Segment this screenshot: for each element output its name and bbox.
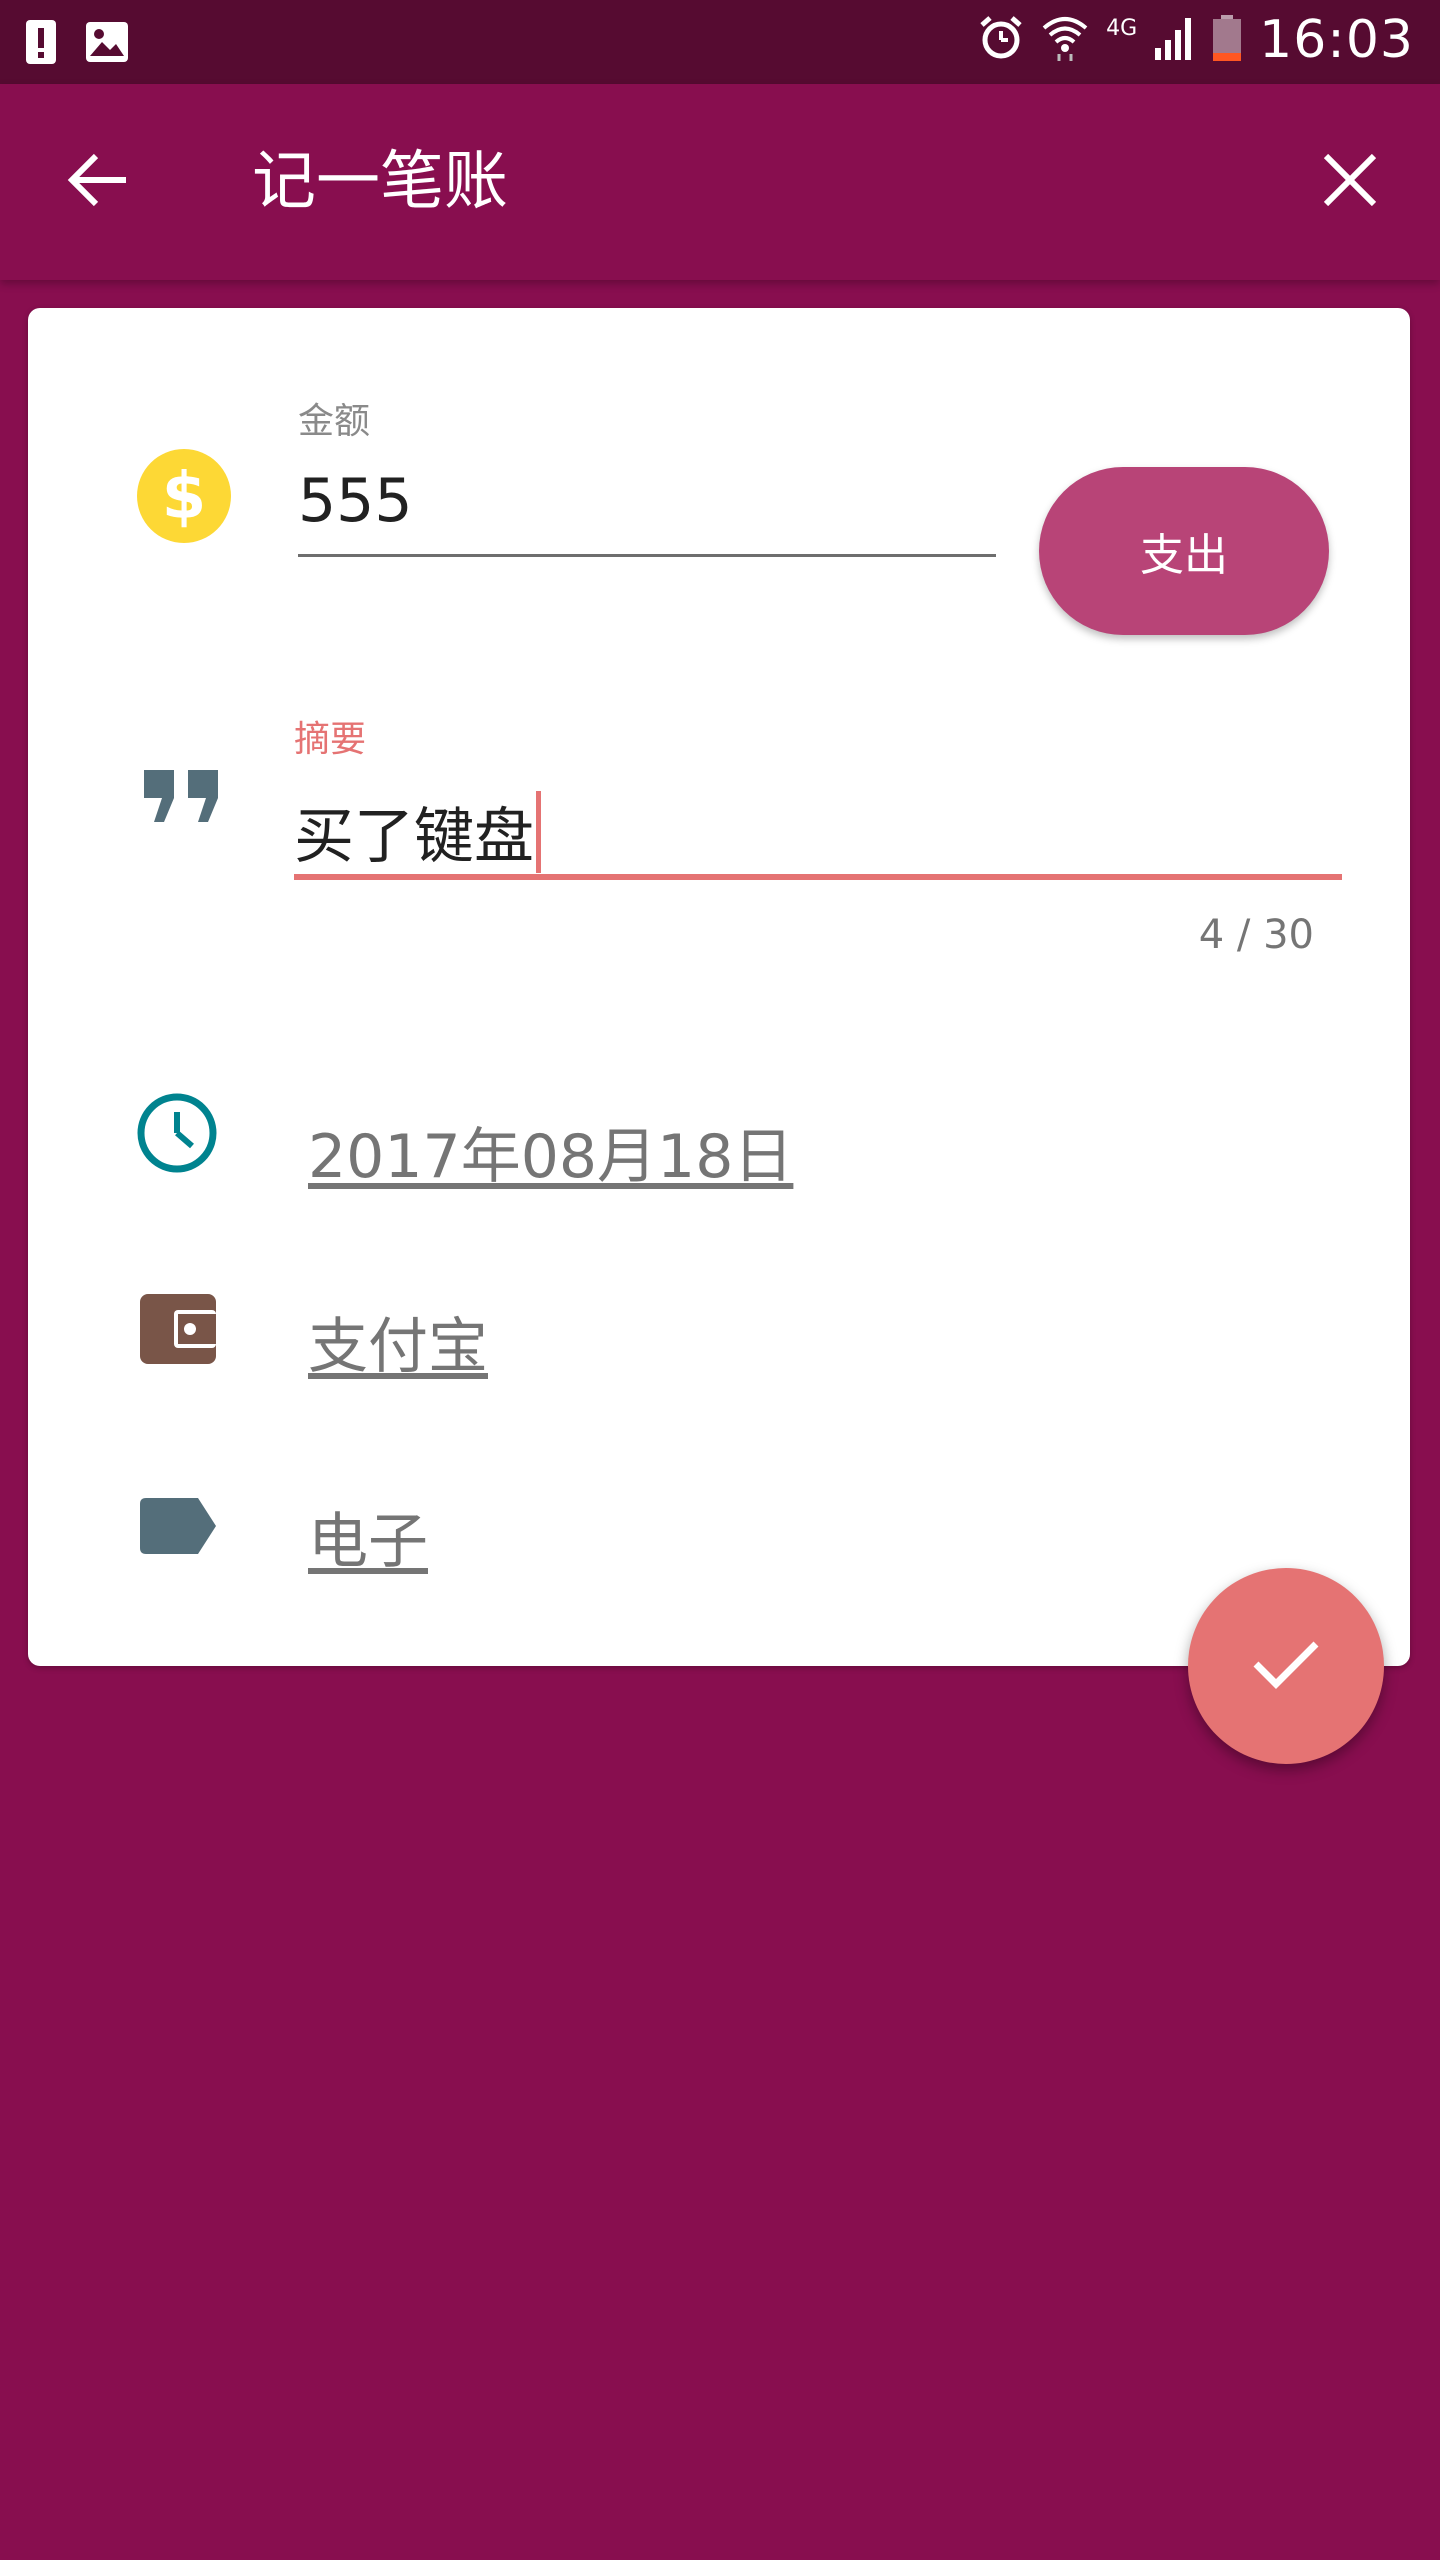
expense-type-button[interactable]: 支出 (1039, 467, 1329, 635)
entry-form-card: $ 金额 555 支出 摘要 买了键盘 4 / 30 2017年08月18日 支… (28, 308, 1410, 1666)
back-button[interactable] (58, 142, 138, 222)
alert-icon (26, 20, 56, 68)
status-time: 16:03 (1259, 10, 1414, 70)
date-picker-link[interactable]: 2017年08月18日 (308, 1108, 793, 1195)
summary-input[interactable]: 买了键盘 (294, 788, 541, 875)
network-type-label: 4G (1106, 16, 1138, 41)
character-counter: 4 / 30 (1198, 912, 1314, 958)
image-icon (86, 22, 128, 66)
app-bar: 记一笔账 (0, 84, 1440, 280)
svg-text:$: $ (162, 460, 207, 534)
wallet-icon (140, 1294, 216, 1368)
battery-icon (1213, 15, 1242, 65)
account-picker-link[interactable]: 支付宝 (308, 1298, 488, 1385)
quote-icon (142, 768, 222, 828)
alarm-icon (978, 15, 1024, 65)
amount-input[interactable]: 555 (298, 466, 413, 536)
status-left-icons (26, 20, 128, 68)
signal-icon (1155, 16, 1195, 64)
dollar-coin-icon: $ (136, 448, 232, 548)
amount-input-underline (298, 554, 996, 557)
page-title: 记一笔账 (252, 145, 508, 219)
summary-label: 摘要 (294, 719, 367, 760)
wifi-icon (1042, 14, 1088, 66)
status-right-icons: 4G 16:03 (978, 10, 1414, 70)
text-cursor (536, 790, 541, 873)
summary-input-text: 买了键盘 (294, 802, 534, 872)
arrow-back-icon (66, 152, 130, 212)
category-picker-link[interactable]: 电子 (308, 1493, 428, 1580)
amount-label: 金额 (298, 401, 371, 442)
check-icon (1252, 1638, 1320, 1694)
close-icon (1323, 153, 1377, 210)
clock-icon (136, 1092, 218, 1178)
confirm-fab-button[interactable] (1188, 1568, 1384, 1764)
label-tag-icon (140, 1498, 216, 1558)
summary-input-underline (294, 874, 1342, 880)
close-button[interactable] (1310, 142, 1390, 222)
status-bar: 4G 16:03 (0, 0, 1440, 84)
